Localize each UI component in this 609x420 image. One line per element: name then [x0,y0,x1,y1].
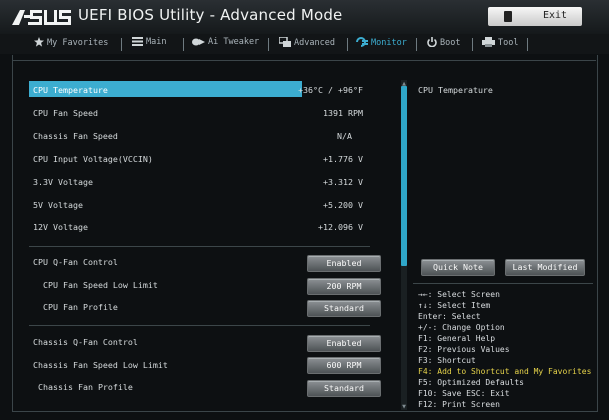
section-divider [29,325,370,326]
tab-main[interactable]: Main [132,37,166,49]
exit-label: Exit [543,10,568,21]
section-divider [29,246,370,247]
help-title: CPU Temperature [418,85,493,95]
menu-bar: My Favorites Main Ai Tweaker Advanced Mo… [0,34,609,54]
cpu-qfan-control-label[interactable]: CPU Q-Fan Control [33,257,118,267]
scroll-up-icon[interactable]: ▲ [401,81,407,87]
key-hint: →←: Select Screen [418,290,500,299]
monitor-icon [356,37,368,50]
cpu-temperature-label[interactable]: CPU Temperature [33,85,108,95]
chassis-qfan-control-label[interactable]: Chassis Q-Fan Control [33,337,138,347]
tab-main-label: Main [146,37,167,47]
voltage-5v-label: 5V Voltage [33,200,83,210]
cpu-fan-profile-select[interactable]: Standard [307,300,381,317]
chassis-fan-low-limit-select[interactable]: 600 RPM [307,357,381,374]
cpu-fan-profile-label[interactable]: CPU Fan Profile [43,302,118,312]
tweaker-icon [192,37,205,49]
window-title: UEFI BIOS Utility - Advanced Mode [78,6,343,24]
cpu-fan-speed-value: 1391 RPM [323,108,363,118]
tab-my-favorites-label: My Favorites [47,38,109,48]
tab-tool-label: Tool [498,38,519,48]
chassis-fan-profile-select[interactable]: Standard [307,380,381,397]
tab-boot-label: Boot [440,38,461,48]
last-modified-button[interactable]: Last Modified [505,259,585,276]
tab-ai-tweaker[interactable]: Ai Tweaker [192,37,259,49]
chassis-qfan-control-select[interactable]: Enabled [307,335,381,352]
chassis-fan-speed-value: N/A [337,131,352,141]
menu-divider [183,38,184,51]
scroll-down-icon[interactable]: ▼ [401,404,407,410]
tab-boot[interactable]: Boot [427,37,460,50]
menu-divider [416,38,417,51]
cpu-fan-low-limit-select[interactable]: 200 RPM [307,278,381,295]
printer-icon [482,37,495,50]
cpu-fan-low-limit-label[interactable]: CPU Fan Speed Low Limit [43,280,158,290]
tab-advanced[interactable]: Advanced [278,36,335,50]
key-hint: F1: General Help [418,334,496,343]
advanced-icon [278,36,291,50]
power-icon [427,37,437,50]
tab-tool[interactable]: Tool [482,37,518,50]
voltage-12v-value: +12.096 V [318,222,363,232]
cpu-input-voltage-label: CPU Input Voltage(VCCIN) [33,154,153,164]
chassis-fan-low-limit-label[interactable]: Chassis Fan Speed Low Limit [33,360,168,370]
menu-divider [472,38,473,51]
list-icon [132,37,143,49]
cpu-qfan-control-select[interactable]: Enabled [307,255,381,272]
voltage-5v-value: +5.200 V [323,200,363,210]
scrollbar-thumb[interactable] [401,86,407,266]
key-hint-add-shortcut: F4: Add to Shortcut and My Favorites [418,367,592,376]
key-hint: F2: Previous Values [418,345,510,354]
menu-divider [527,38,528,51]
door-icon [504,11,512,22]
asus-logo [12,10,71,25]
voltage-12v-label: 12V Voltage [33,222,88,232]
cpu-temperature-value: +36°C / +96°F [298,85,363,95]
menu-divider [268,38,269,51]
content-frame-top-line [12,60,596,61]
quick-note-button[interactable]: Quick Note [421,259,495,276]
cpu-input-voltage-value: +1.776 V [323,154,363,164]
key-hint: F12: Print Screen [418,400,500,409]
exit-button[interactable]: Exit [488,7,582,26]
key-hint: F5: Optimized Defaults [418,378,524,387]
menu-divider [347,38,348,51]
key-hint: +/-: Change Option [418,323,505,332]
key-hint: F10: Save ESC: Exit [418,389,510,398]
tab-ai-tweaker-label: Ai Tweaker [208,37,260,47]
star-icon [34,37,44,50]
menu-divider [121,38,122,51]
tab-advanced-label: Advanced [294,38,335,48]
key-hint: F3: Shortcut [418,356,476,365]
chassis-fan-profile-label[interactable]: Chassis Fan Profile [38,382,133,392]
chassis-fan-speed-label: Chassis Fan Speed [33,131,118,141]
tab-monitor[interactable]: Monitor [356,37,407,50]
cpu-fan-speed-label: CPU Fan Speed [33,108,98,118]
tab-monitor-label: Monitor [371,38,407,48]
tab-my-favorites[interactable]: My Favorites [34,37,108,50]
help-divider [413,283,593,284]
key-hint: Enter: Select [418,312,481,321]
key-hint: ↑↓: Select Item [418,301,491,310]
voltage-3v3-value: +3.312 V [323,177,363,187]
content-frame [12,55,598,412]
voltage-3v3-label: 3.3V Voltage [33,177,93,187]
